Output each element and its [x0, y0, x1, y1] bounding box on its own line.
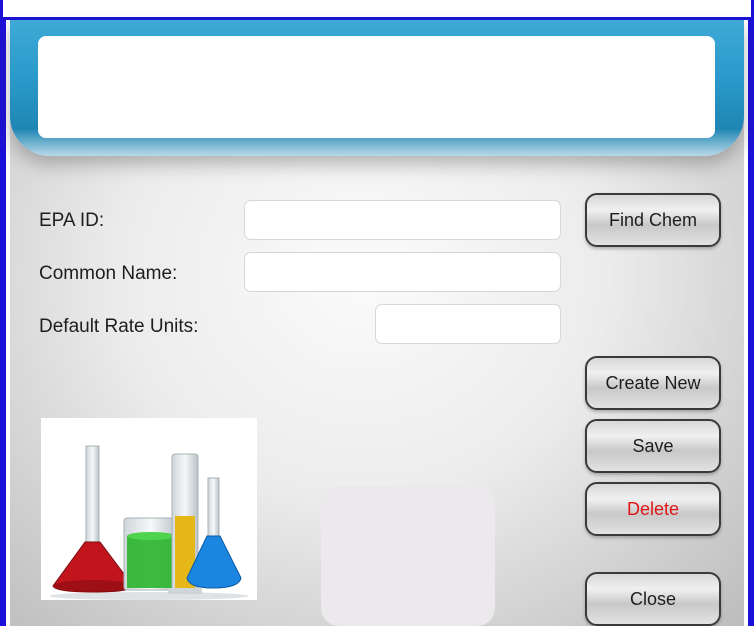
- find-chem-button[interactable]: Find Chem: [585, 193, 721, 247]
- epa-id-input[interactable]: [244, 200, 561, 240]
- top-bar: [0, 0, 754, 20]
- delete-button[interactable]: Delete: [585, 482, 721, 536]
- empty-image-placeholder: [321, 486, 495, 626]
- epa-id-label: EPA ID:: [39, 210, 105, 231]
- common-name-label: Common Name:: [39, 263, 178, 284]
- header-display-box: [38, 36, 715, 138]
- close-button[interactable]: Close: [585, 572, 721, 626]
- save-button[interactable]: Save: [585, 419, 721, 473]
- default-rate-units-input[interactable]: [375, 304, 561, 344]
- lab-glassware-icon: [49, 445, 249, 600]
- lab-glassware-image: [41, 418, 257, 600]
- create-new-button[interactable]: Create New: [585, 356, 721, 410]
- default-rate-units-label: Default Rate Units:: [39, 316, 199, 337]
- common-name-input[interactable]: [244, 252, 561, 292]
